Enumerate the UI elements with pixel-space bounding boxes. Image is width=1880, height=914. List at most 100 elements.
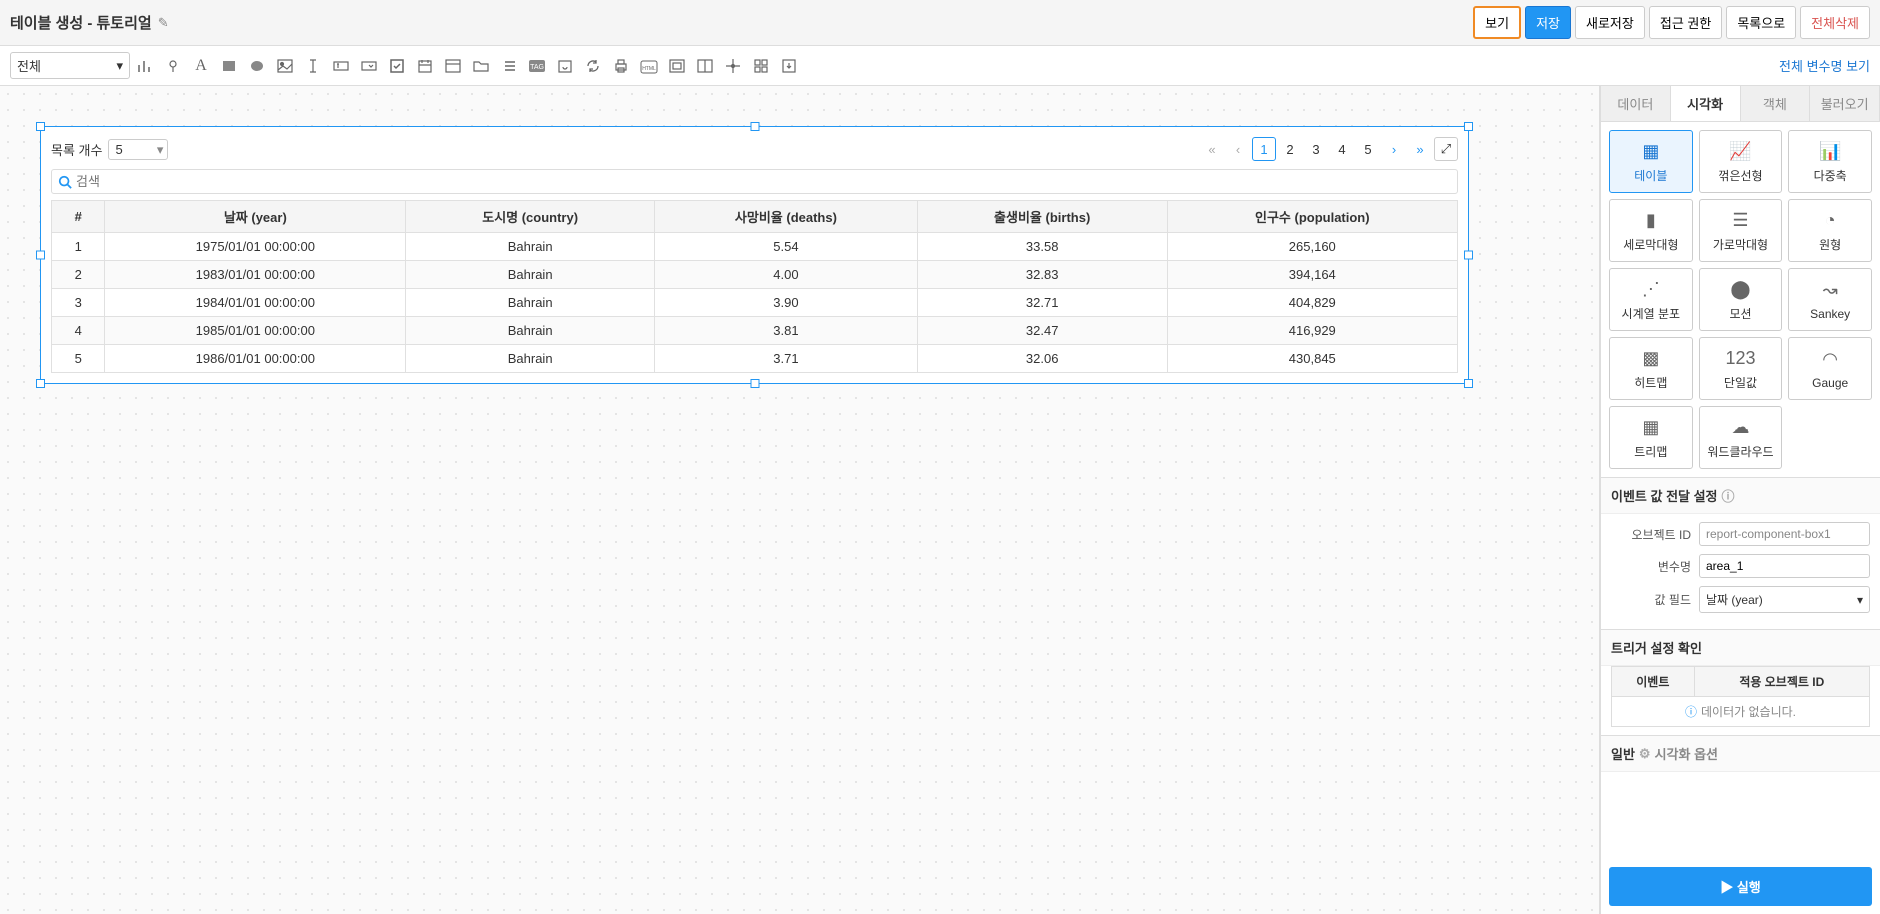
resize-handle[interactable] [36,379,45,388]
viz-type-hbar[interactable]: ☰가로막대형 [1699,199,1783,262]
list-icon[interactable] [500,57,518,75]
page-5[interactable]: 5 [1356,137,1380,161]
image-icon[interactable] [276,57,294,75]
viz-type-sankey[interactable]: ↝Sankey [1788,268,1872,331]
table-row[interactable]: 11975/01/01 00:00:00Bahrain5.5433.58265,… [52,233,1458,261]
page-1[interactable]: 1 [1252,137,1276,161]
edit-title-icon[interactable]: ✎ [158,15,169,31]
viz-type-heatmap[interactable]: ▩히트맵 [1609,337,1693,400]
bar-chart-icon[interactable] [136,57,154,75]
table-row[interactable]: 31984/01/01 00:00:00Bahrain3.9032.71404,… [52,289,1458,317]
resize-handle[interactable] [36,251,45,260]
canvas-area[interactable]: 목록 개수 5 « ‹ 1 2 3 4 5 › » ⤢ [0,86,1600,914]
gear-icon[interactable]: ⚙ [1639,746,1651,762]
checkbox-icon[interactable] [388,57,406,75]
save-as-button[interactable]: 새로저장 [1575,6,1645,39]
viz-label: 워드클라우드 [1707,443,1773,460]
filter-select[interactable]: 전체 ▾ [10,52,130,79]
table-component[interactable]: 목록 개수 5 « ‹ 1 2 3 4 5 › » ⤢ [40,126,1469,384]
all-vars-link[interactable]: 전체 변수명 보기 [1779,56,1870,75]
col-births[interactable]: 출생비율 (births) [917,201,1167,233]
search-box[interactable] [51,169,1458,194]
tab-data[interactable]: 데이터 [1601,86,1671,121]
tab-object[interactable]: 객체 [1741,86,1811,121]
var-name-input[interactable] [1699,554,1870,578]
delete-all-button[interactable]: 전체삭제 [1800,6,1870,39]
viz-label: 히트맵 [1634,374,1667,391]
container-icon[interactable] [668,57,686,75]
view-button[interactable]: 보기 [1473,6,1521,39]
list-count-select[interactable]: 5 [108,139,168,160]
page-first-icon[interactable]: « [1200,137,1224,161]
viz-type-cloud[interactable]: ☁워드클라우드 [1699,406,1783,469]
page-next-icon[interactable]: › [1382,137,1406,161]
page-last-icon[interactable]: » [1408,137,1432,161]
col-deaths[interactable]: 사망비율 (deaths) [655,201,918,233]
col-country[interactable]: 도시명 (country) [406,201,655,233]
resize-handle[interactable] [750,379,759,388]
col-pop[interactable]: 인구수 (population) [1167,201,1457,233]
print-icon[interactable] [612,57,630,75]
page-4[interactable]: 4 [1330,137,1354,161]
rect-icon[interactable] [220,57,238,75]
col-year[interactable]: 날짜 (year) [105,201,406,233]
viz-type-multiaxis[interactable]: 📊다중축 [1788,130,1872,193]
table-cell: Bahrain [406,345,655,373]
refresh-calendar-icon[interactable] [556,57,574,75]
save-button[interactable]: 저장 [1525,6,1571,39]
value-field-select[interactable]: 날짜 (year) ▾ [1699,586,1870,613]
help-icon[interactable]: ⓘ [1722,486,1735,505]
html-icon[interactable]: HTML [640,57,658,75]
table-cell: 32.06 [917,345,1167,373]
crosshair-icon[interactable] [724,57,742,75]
run-button[interactable]: ▶ 실행 [1609,867,1872,906]
viz-type-gauge[interactable]: ◠Gauge [1788,337,1872,400]
resize-handle[interactable] [750,122,759,131]
page-3[interactable]: 3 [1304,137,1328,161]
dropdown-icon[interactable] [360,57,378,75]
to-list-button[interactable]: 목록으로 [1726,6,1796,39]
page-2[interactable]: 2 [1278,137,1302,161]
resize-handle[interactable] [36,122,45,131]
panel-icon[interactable] [696,57,714,75]
table-cell: 3 [52,289,105,317]
table-row[interactable]: 51986/01/01 00:00:00Bahrain3.7132.06430,… [52,345,1458,373]
expand-icon[interactable]: ⤢ [1434,137,1458,161]
viz-type-motion[interactable]: ⬤모션 [1699,268,1783,331]
viz-type-treemap[interactable]: ▦트리맵 [1609,406,1693,469]
window-icon[interactable] [444,57,462,75]
circle-icon[interactable] [248,57,266,75]
sync-icon[interactable] [584,57,602,75]
viz-type-123[interactable]: 123단일값 [1699,337,1783,400]
table-row[interactable]: 21983/01/01 00:00:00Bahrain4.0032.83394,… [52,261,1458,289]
resize-handle[interactable] [1464,122,1473,131]
viz-label: Sankey [1810,307,1850,321]
search-input[interactable] [76,174,1451,189]
svg-text:HTML: HTML [642,66,656,72]
table-row[interactable]: 41985/01/01 00:00:00Bahrain3.8132.47416,… [52,317,1458,345]
grid-icon[interactable] [752,57,770,75]
pagination: « ‹ 1 2 3 4 5 › » ⤢ [1200,137,1458,161]
permission-button[interactable]: 접근 권한 [1649,6,1722,39]
123-icon: 123 [1728,346,1752,370]
textbox-icon[interactable] [332,57,350,75]
text-icon[interactable]: A [192,57,210,75]
resize-handle[interactable] [1464,251,1473,260]
input-icon[interactable] [304,57,322,75]
col-index[interactable]: # [52,201,105,233]
viz-type-table[interactable]: ▦테이블 [1609,130,1693,193]
page-prev-icon[interactable]: ‹ [1226,137,1250,161]
viz-type-pie[interactable]: ◔원형 [1788,199,1872,262]
resize-handle[interactable] [1464,379,1473,388]
tab-load[interactable]: 불러오기 [1810,86,1880,121]
map-icon[interactable] [164,57,182,75]
folder-icon[interactable] [472,57,490,75]
tag-icon[interactable]: TAG [528,57,546,75]
import-icon[interactable] [780,57,798,75]
viz-type-line[interactable]: 📈꺾은선형 [1699,130,1783,193]
table-cell: 1984/01/01 00:00:00 [105,289,406,317]
viz-type-vbar[interactable]: ▮세로막대형 [1609,199,1693,262]
viz-type-scatter[interactable]: ⋰시계열 분포 [1609,268,1693,331]
calendar-icon[interactable] [416,57,434,75]
tab-viz[interactable]: 시각화 [1671,86,1741,121]
